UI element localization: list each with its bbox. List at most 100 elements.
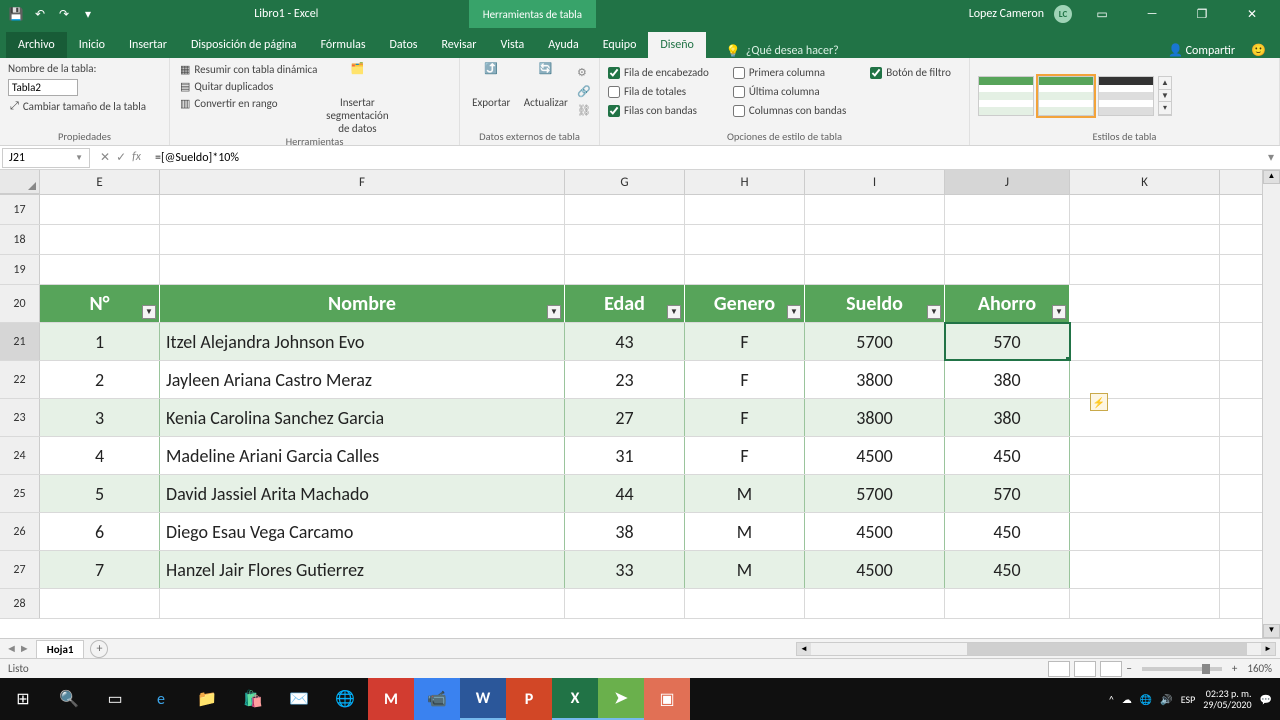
table-cell[interactable]: 5700 — [805, 323, 945, 360]
cell[interactable] — [565, 255, 685, 284]
table-cell[interactable]: F — [685, 361, 805, 398]
cell[interactable] — [1070, 255, 1220, 284]
table-cell[interactable]: M — [685, 475, 805, 512]
table-cell[interactable]: 450 — [945, 437, 1070, 474]
table-cell[interactable]: 44 — [565, 475, 685, 512]
table-header-cell[interactable]: Nombre▼ — [160, 285, 565, 322]
remove-duplicates-button[interactable]: ▤Quitar duplicados — [178, 79, 319, 94]
qat-more-icon[interactable]: ▾ — [80, 6, 96, 22]
table-cell[interactable]: M — [685, 513, 805, 550]
table-cell[interactable]: 380 — [945, 361, 1070, 398]
tab-insertar[interactable]: Insertar — [117, 32, 179, 58]
table-cell[interactable]: 3800 — [805, 361, 945, 398]
row-header[interactable]: 21 — [0, 323, 40, 360]
cell[interactable] — [565, 195, 685, 224]
tab-equipo[interactable]: Equipo — [591, 32, 649, 58]
cell[interactable] — [1070, 195, 1220, 224]
table-cell[interactable]: 380 — [945, 399, 1070, 436]
cell[interactable] — [805, 589, 945, 618]
taskbar-store-icon[interactable]: 🛍️ — [230, 678, 276, 720]
summarize-pivot-button[interactable]: ▦Resumir con tabla dinámica — [178, 62, 319, 77]
row-header[interactable]: 18 — [0, 225, 40, 254]
table-cell[interactable]: F — [685, 323, 805, 360]
filter-dropdown-icon[interactable]: ▼ — [927, 305, 941, 319]
convert-to-range-button[interactable]: ▥Convertir en rango — [178, 96, 319, 111]
taskbar-gmail-icon[interactable]: M — [368, 678, 414, 720]
table-cell[interactable]: 4500 — [805, 513, 945, 550]
unlink-icon[interactable]: ⛓ — [577, 104, 591, 117]
cell[interactable] — [805, 255, 945, 284]
table-cell[interactable]: 3 — [40, 399, 160, 436]
taskbar-powerpoint-icon[interactable]: P — [506, 678, 552, 720]
tab-ayuda[interactable]: Ayuda — [536, 32, 591, 58]
scroll-right-icon[interactable]: ► — [1261, 643, 1275, 655]
cell[interactable] — [945, 255, 1070, 284]
table-cell[interactable] — [1070, 551, 1220, 588]
column-header-K[interactable]: K — [1070, 170, 1220, 194]
row-header[interactable]: 23 — [0, 399, 40, 436]
row-header[interactable]: 26 — [0, 513, 40, 550]
tray-notifications-icon[interactable]: 💬 — [1260, 693, 1272, 706]
table-cell[interactable]: 38 — [565, 513, 685, 550]
user-name[interactable]: Lopez Cameron — [969, 7, 1044, 21]
table-cell[interactable] — [1070, 437, 1220, 474]
table-cell[interactable]: 4 — [40, 437, 160, 474]
new-sheet-button[interactable]: + — [90, 640, 108, 658]
export-button[interactable]: ⤴️ Exportar — [468, 62, 515, 109]
column-header-F[interactable]: F — [160, 170, 565, 194]
table-style-1[interactable] — [978, 76, 1034, 116]
cell[interactable] — [945, 589, 1070, 618]
gallery-up-icon[interactable]: ▲ — [1159, 77, 1171, 90]
banded-columns-checkbox[interactable]: Columnas con bandas — [733, 104, 846, 117]
taskbar-word-icon[interactable]: W — [460, 678, 506, 720]
table-cell[interactable]: Kenia Carolina Sanchez Garcia — [160, 399, 565, 436]
formula-input[interactable] — [149, 149, 1262, 167]
cell[interactable] — [565, 589, 685, 618]
filter-dropdown-icon[interactable]: ▼ — [787, 305, 801, 319]
table-cell[interactable]: Madeline Ariani Garcia Calles — [160, 437, 565, 474]
cell[interactable] — [805, 225, 945, 254]
table-style-2[interactable] — [1038, 76, 1094, 116]
table-name-input[interactable] — [8, 79, 78, 96]
table-header-cell[interactable]: Sueldo▼ — [805, 285, 945, 322]
cell[interactable] — [685, 195, 805, 224]
filter-dropdown-icon[interactable]: ▼ — [547, 305, 561, 319]
table-cell[interactable] — [1070, 475, 1220, 512]
table-cell[interactable]: 27 — [565, 399, 685, 436]
table-cell[interactable]: 2 — [40, 361, 160, 398]
spreadsheet-grid[interactable]: EFGHIJK 17181920N°▼Nombre▼Edad▼Genero▼Su… — [0, 170, 1280, 638]
cell[interactable] — [40, 589, 160, 618]
row-header[interactable]: 28 — [0, 589, 40, 618]
fx-icon[interactable]: fx — [132, 150, 141, 165]
sheet-tab-hoja1[interactable]: Hoja1 — [36, 640, 85, 658]
tab-diseño[interactable]: Diseño — [648, 32, 705, 58]
minimize-button[interactable]: — — [1132, 0, 1172, 28]
filter-button-checkbox[interactable]: Botón de filtro — [870, 66, 951, 79]
redo-icon[interactable]: ↷ — [56, 6, 72, 22]
cell[interactable] — [160, 225, 565, 254]
filter-dropdown-icon[interactable]: ▼ — [667, 305, 681, 319]
properties-icon[interactable]: ⚙ — [577, 66, 591, 79]
user-avatar[interactable]: LC — [1054, 5, 1072, 23]
cell[interactable] — [685, 589, 805, 618]
cell[interactable] — [40, 255, 160, 284]
taskbar-excel-icon[interactable]: X — [552, 678, 598, 720]
table-cell[interactable]: F — [685, 399, 805, 436]
tab-file[interactable]: Archivo — [6, 32, 67, 58]
zoom-slider[interactable] — [1142, 667, 1222, 671]
gallery-down-icon[interactable]: ▼ — [1159, 90, 1171, 103]
undo-icon[interactable]: ↶ — [32, 6, 48, 22]
tray-cloud-icon[interactable]: ☁ — [1122, 693, 1132, 706]
table-cell[interactable]: 4500 — [805, 551, 945, 588]
feedback-icon[interactable]: 🙂 — [1251, 43, 1266, 58]
cell[interactable] — [40, 225, 160, 254]
table-cell[interactable]: David Jassiel Arita Machado — [160, 475, 565, 512]
table-cell[interactable]: 31 — [565, 437, 685, 474]
zoom-out-button[interactable]: − — [1126, 662, 1131, 675]
first-column-checkbox[interactable]: Primera columna — [733, 66, 846, 79]
table-cell[interactable]: 1 — [40, 323, 160, 360]
cell[interactable] — [160, 589, 565, 618]
table-header-cell[interactable] — [1070, 285, 1220, 322]
page-layout-view-button[interactable] — [1074, 661, 1096, 677]
sheet-nav-prev-icon[interactable]: ◄ — [6, 642, 17, 655]
